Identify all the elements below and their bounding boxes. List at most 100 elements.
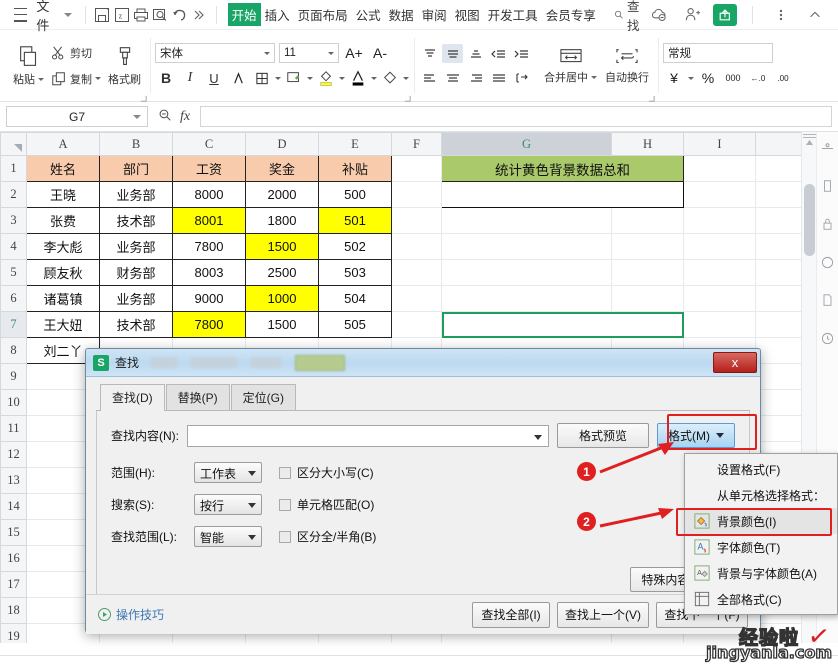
search-button[interactable]: 查找	[614, 0, 645, 34]
cell-A4[interactable]: 李大彪	[26, 233, 100, 260]
formula-input[interactable]	[200, 106, 832, 127]
search-direction-select[interactable]: 按行	[194, 494, 262, 515]
cell-G2-merged-result[interactable]	[441, 181, 684, 208]
cell-extra5[interactable]	[755, 259, 806, 286]
comma-style-button[interactable]: 000	[722, 68, 744, 89]
increase-decimal-button[interactable]: ←.0	[747, 68, 769, 89]
chevron-down-icon[interactable]	[591, 75, 597, 79]
tab-find[interactable]: 查找(D)	[100, 384, 165, 411]
currency-button[interactable]: ¥	[663, 68, 685, 89]
cell-I4[interactable]	[683, 233, 756, 260]
lookin-select[interactable]: 智能	[194, 526, 262, 547]
tab-replace[interactable]: 替换(P)	[165, 384, 230, 410]
tab-start[interactable]: 开始	[227, 3, 261, 26]
chevron-down-icon[interactable]	[534, 434, 542, 440]
row-header-1[interactable]: 1	[0, 155, 27, 182]
font-color-button[interactable]	[347, 68, 369, 89]
format-painter-button[interactable]: 格式刷	[104, 42, 145, 89]
cell-H3[interactable]	[611, 207, 684, 234]
cell-H6[interactable]	[611, 285, 684, 312]
alignment-dialog-launcher[interactable]	[648, 91, 655, 102]
chevron-down-icon[interactable]	[63, 12, 72, 17]
sidebar-history-icon[interactable]	[820, 330, 836, 346]
decrease-indent-button[interactable]	[488, 44, 509, 63]
sidebar-lock-icon[interactable]	[820, 216, 836, 232]
align-center-button[interactable]	[442, 68, 463, 87]
align-middle-button[interactable]	[442, 44, 463, 63]
cell-G4[interactable]	[441, 233, 612, 260]
file-menu-label[interactable]: 文件	[33, 0, 58, 34]
chevron-down-icon[interactable]	[371, 76, 377, 80]
chevron-down-icon[interactable]	[248, 535, 256, 540]
menu-item-choose-format-from-cell[interactable]: 从单元格选择格式：	[685, 482, 837, 508]
cell-I3[interactable]	[683, 207, 756, 234]
col-header-G[interactable]: G	[441, 132, 612, 156]
font-dialog-launcher[interactable]	[404, 91, 411, 102]
row-header-14[interactable]: 14	[0, 493, 27, 520]
sidebar-settings-icon[interactable]	[820, 140, 836, 156]
find-all-button[interactable]: 查找全部(I)	[472, 601, 550, 628]
cell-D2[interactable]: 2000	[245, 181, 319, 208]
cell-C2[interactable]: 8000	[172, 181, 246, 208]
cell-I6[interactable]	[683, 285, 756, 312]
cell-G6[interactable]	[441, 285, 612, 312]
find-previous-button[interactable]: 查找上一个(V)	[557, 601, 649, 628]
number-format-select[interactable]: 常规	[663, 42, 773, 63]
menu-item-background-and-font-color[interactable]: A 背景与字体颜色(A)	[685, 560, 837, 586]
sidebar-clipboard-icon[interactable]	[820, 178, 836, 194]
match-width-checkbox[interactable]: 区分全/半角(B)	[279, 528, 376, 545]
tab-data[interactable]: 数据	[385, 3, 418, 26]
sidebar-document-icon[interactable]	[820, 292, 836, 308]
cell-E7[interactable]: 505	[318, 311, 392, 338]
cell-extra9[interactable]	[755, 363, 806, 390]
cell-E4[interactable]: 502	[318, 233, 392, 260]
decrease-decimal-button[interactable]: .00	[772, 68, 794, 89]
chevron-down-icon[interactable]	[248, 471, 256, 476]
row-header-11[interactable]: 11	[0, 415, 27, 442]
cell-D7[interactable]: 1500	[245, 311, 319, 338]
more-vert-icon[interactable]	[768, 4, 794, 26]
tab-developer[interactable]: 开发工具	[484, 3, 542, 26]
checkbox-icon[interactable]	[279, 498, 291, 511]
cell-E3[interactable]: 501	[318, 207, 392, 234]
wrap-text-button[interactable]: 自动换行	[601, 44, 653, 87]
operation-tips-link[interactable]: 操作技巧	[98, 606, 164, 623]
row-header-18[interactable]: 18	[0, 597, 27, 624]
dialog-titlebar[interactable]: S 查找 x	[86, 349, 760, 377]
chevron-down-icon[interactable]	[133, 114, 141, 119]
percent-button[interactable]: %	[697, 68, 719, 89]
cell-F7[interactable]	[391, 311, 442, 338]
cell-B3[interactable]: 技术部	[99, 207, 173, 234]
row-header-3[interactable]: 3	[0, 207, 27, 234]
share-button[interactable]	[713, 3, 738, 26]
bold-button[interactable]: B	[155, 68, 177, 89]
col-header-D[interactable]: D	[245, 132, 319, 156]
cell-B5[interactable]: 财务部	[99, 259, 173, 286]
cell-D4[interactable]: 1500	[245, 233, 319, 260]
chevron-down-icon[interactable]	[307, 76, 313, 80]
cell-A7[interactable]: 王大妞	[26, 311, 100, 338]
cell-D5[interactable]: 2500	[245, 259, 319, 286]
grow-font-button[interactable]: A+	[343, 43, 365, 64]
undo-icon[interactable]	[170, 4, 189, 26]
cell-D1[interactable]: 奖金	[245, 155, 319, 182]
cell-extra8[interactable]	[755, 337, 806, 364]
text-orientation-button[interactable]	[511, 68, 532, 87]
cell-C1[interactable]: 工资	[172, 155, 246, 182]
cell-style-button[interactable]	[283, 68, 305, 89]
cell-C3[interactable]: 8001	[172, 207, 246, 234]
cell-I7[interactable]	[683, 311, 756, 338]
strikethrough-button[interactable]	[227, 68, 249, 89]
tab-goto[interactable]: 定位(G)	[230, 384, 296, 410]
row-header-7[interactable]: 7	[0, 311, 27, 338]
cell-E6[interactable]: 504	[318, 285, 392, 312]
cell-extra7[interactable]	[755, 311, 806, 338]
scope-select[interactable]: 工作表	[194, 462, 262, 483]
shrink-font-button[interactable]: A-	[369, 43, 391, 64]
cell-extra11[interactable]	[755, 415, 806, 442]
borders-button[interactable]	[251, 68, 273, 89]
row-header-13[interactable]: 13	[0, 467, 27, 494]
menu-item-all-formats[interactable]: 全部格式(C)	[685, 586, 837, 612]
font-size-select[interactable]: 11	[279, 43, 339, 63]
cell-A5[interactable]: 顾友秋	[26, 259, 100, 286]
